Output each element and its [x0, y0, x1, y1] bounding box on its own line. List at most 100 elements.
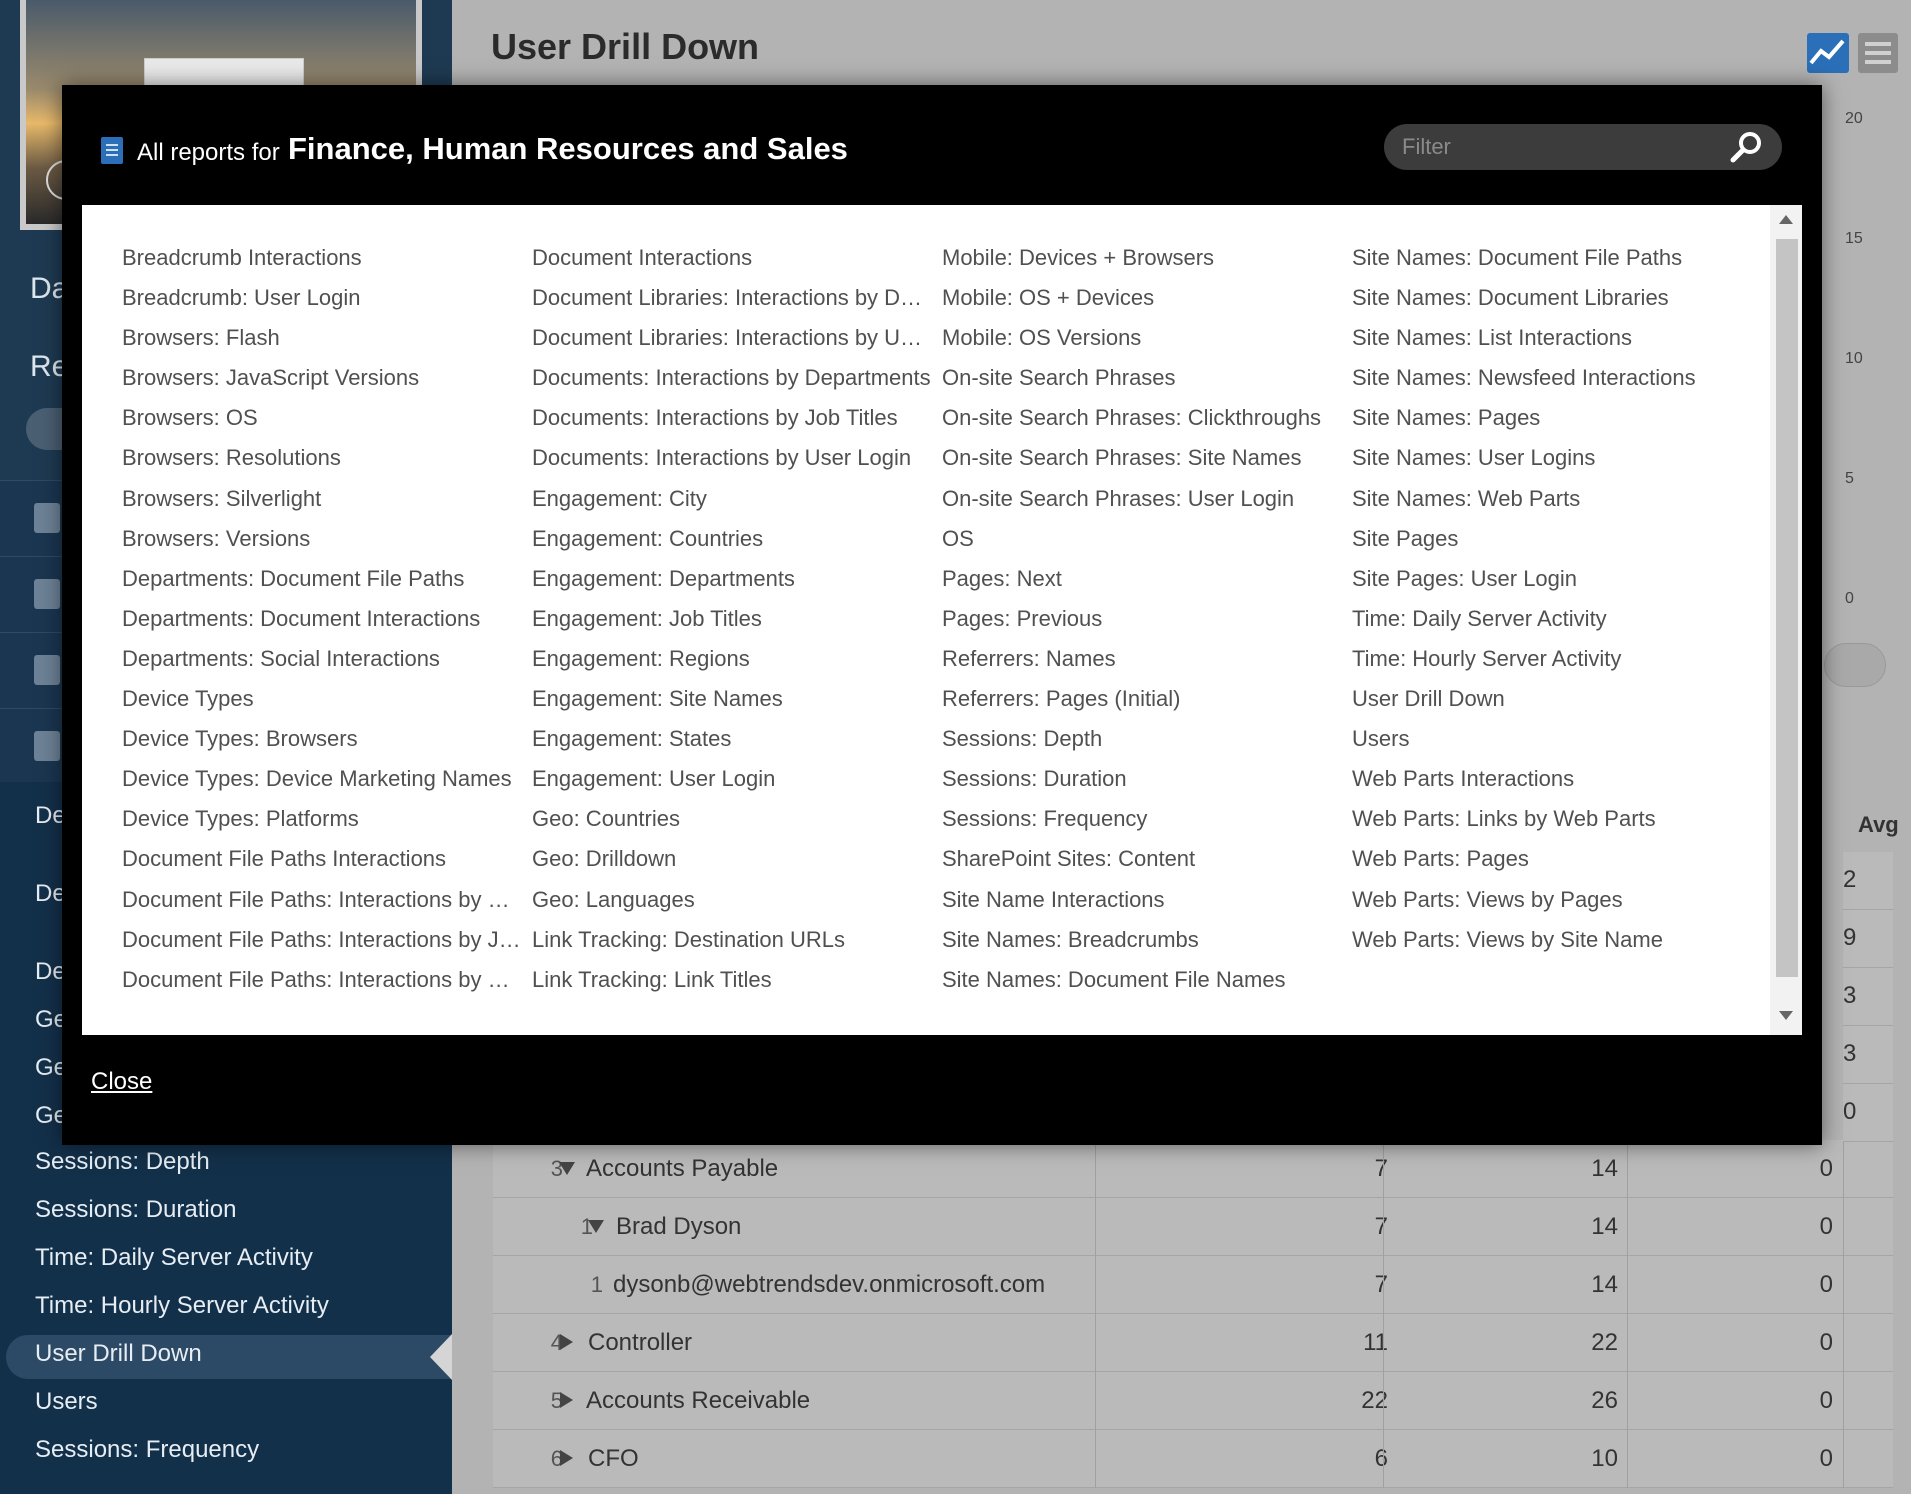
report-link[interactable]: Departments: Document File Paths: [122, 564, 522, 604]
report-link[interactable]: Time: Hourly Server Activity: [1352, 644, 1752, 684]
report-link[interactable]: Browsers: Flash: [122, 323, 522, 363]
report-link[interactable]: Breadcrumb Interactions: [122, 243, 522, 283]
report-link[interactable]: Geo: Drilldown: [532, 844, 934, 884]
report-link[interactable]: Web Parts: Views by Pages: [1352, 885, 1752, 925]
close-button[interactable]: Close: [91, 1068, 152, 1096]
scroll-thumb[interactable]: [1776, 239, 1798, 977]
report-link[interactable]: Breadcrumb: User Login: [122, 283, 522, 323]
report-link[interactable]: On-site Search Phrases: Site Names: [942, 443, 1346, 483]
report-link[interactable]: Site Names: Document Libraries: [1352, 283, 1752, 323]
table-row[interactable]: 6 CFO 6 10 0: [493, 1430, 1893, 1488]
report-link[interactable]: Site Names: Pages: [1352, 403, 1752, 443]
report-link[interactable]: Sessions: Depth: [942, 724, 1346, 764]
expand-icon[interactable]: [560, 1450, 573, 1466]
report-link[interactable]: Device Types: Browsers: [122, 724, 522, 764]
report-link[interactable]: Engagement: City: [532, 484, 934, 524]
report-link[interactable]: Link Tracking: Link Titles: [532, 965, 934, 1005]
report-link[interactable]: Referrers: Pages (Initial): [942, 684, 1346, 724]
report-link[interactable]: Documents: Interactions by User Login: [532, 443, 934, 483]
report-link[interactable]: Document File Paths: Interactions by …: [122, 965, 522, 1005]
report-link[interactable]: Mobile: OS + Devices: [942, 283, 1346, 323]
report-link[interactable]: Sessions: Duration: [942, 764, 1346, 804]
table-row[interactable]: 3 Accounts Payable 7 14 0: [493, 1140, 1893, 1198]
search-icon[interactable]: [1728, 130, 1764, 164]
sidebar-item-time-hourly[interactable]: Time: Hourly Server Activity: [35, 1292, 329, 1320]
filter-field[interactable]: [1384, 124, 1782, 170]
table-row[interactable]: 1 dysonb@webtrendsdev.onmicrosoft.com 7 …: [493, 1256, 1893, 1314]
report-link[interactable]: Geo: Countries: [532, 804, 934, 844]
sidebar-item-sessions-duration[interactable]: Sessions: Duration: [35, 1196, 236, 1224]
report-link[interactable]: Site Names: List Interactions: [1352, 323, 1752, 363]
table-row[interactable]: 4 Controller 11 22 0: [493, 1314, 1893, 1372]
report-link[interactable]: Documents: Interactions by Job Titles: [532, 403, 934, 443]
report-link[interactable]: Engagement: Site Names: [532, 684, 934, 724]
report-link[interactable]: Device Types: [122, 684, 522, 724]
report-link[interactable]: Document Libraries: Interactions by U…: [532, 323, 934, 363]
report-link[interactable]: Device Types: Device Marketing Names: [122, 764, 522, 804]
report-link[interactable]: Geo: Languages: [532, 885, 934, 925]
report-link[interactable]: Document Interactions: [532, 243, 934, 283]
report-link[interactable]: On-site Search Phrases: User Login: [942, 484, 1346, 524]
report-link[interactable]: OS: [942, 524, 1346, 564]
report-link[interactable]: Document File Paths: Interactions by J…: [122, 925, 522, 965]
report-link[interactable]: Site Names: Web Parts: [1352, 484, 1752, 524]
sidebar-item-user-drill-down[interactable]: User Drill Down: [35, 1340, 202, 1368]
sidebar-item-users[interactable]: Users: [35, 1388, 98, 1416]
report-link[interactable]: Web Parts: Views by Site Name: [1352, 925, 1752, 965]
report-link[interactable]: Web Parts: Links by Web Parts: [1352, 804, 1752, 844]
collapse-icon[interactable]: [559, 1162, 575, 1175]
report-link[interactable]: Device Types: Platforms: [122, 804, 522, 844]
report-link[interactable]: Document File Paths: Interactions by …: [122, 885, 522, 925]
sidebar-item-time-daily[interactable]: Time: Daily Server Activity: [35, 1244, 313, 1272]
expand-icon[interactable]: [560, 1334, 573, 1350]
report-link[interactable]: Departments: Document Interactions: [122, 604, 522, 644]
report-link[interactable]: Engagement: Regions: [532, 644, 934, 684]
report-link[interactable]: Browsers: Resolutions: [122, 443, 522, 483]
scroll-down-icon[interactable]: [1779, 1011, 1793, 1020]
report-link[interactable]: Site Names: Newsfeed Interactions: [1352, 363, 1752, 403]
report-link[interactable]: Mobile: OS Versions: [942, 323, 1346, 363]
report-link[interactable]: Engagement: User Login: [532, 764, 934, 804]
table-row[interactable]: 1 Brad Dyson 7 14 0: [493, 1198, 1893, 1256]
report-link[interactable]: Engagement: Job Titles: [532, 604, 934, 644]
report-link[interactable]: Site Names: Document File Paths: [1352, 243, 1752, 283]
report-link[interactable]: On-site Search Phrases: [942, 363, 1346, 403]
report-link[interactable]: Document File Paths Interactions: [122, 844, 522, 884]
report-link[interactable]: Site Pages: [1352, 524, 1752, 564]
report-link[interactable]: Departments: Social Interactions: [122, 644, 522, 684]
report-link[interactable]: On-site Search Phrases: Clickthroughs: [942, 403, 1346, 443]
report-link[interactable]: Browsers: OS: [122, 403, 522, 443]
report-link[interactable]: Document Libraries: Interactions by D…: [532, 283, 934, 323]
sidebar-item-sessions-depth[interactable]: Sessions: Depth: [35, 1148, 210, 1176]
chart-icon[interactable]: [1807, 33, 1849, 73]
report-link[interactable]: Users: [1352, 724, 1752, 764]
report-link[interactable]: Browsers: Silverlight: [122, 484, 522, 524]
report-link[interactable]: Browsers: Versions: [122, 524, 522, 564]
report-link[interactable]: Documents: Interactions by Departments: [532, 363, 934, 403]
report-link[interactable]: Web Parts: Pages: [1352, 844, 1752, 884]
sidebar-item-sessions-frequency[interactable]: Sessions: Frequency: [35, 1436, 259, 1464]
report-link[interactable]: Web Parts Interactions: [1352, 764, 1752, 804]
collapse-icon[interactable]: [588, 1220, 604, 1233]
report-link[interactable]: Engagement: Departments: [532, 564, 934, 604]
report-link[interactable]: Mobile: Devices + Browsers: [942, 243, 1346, 283]
report-link[interactable]: Link Tracking: Destination URLs: [532, 925, 934, 965]
menu-icon[interactable]: [1858, 33, 1898, 73]
expand-icon[interactable]: [560, 1392, 573, 1408]
report-link[interactable]: Referrers: Names: [942, 644, 1346, 684]
report-link[interactable]: Site Names: Breadcrumbs: [942, 925, 1346, 965]
report-list-scrollbar[interactable]: [1770, 205, 1802, 1035]
report-link[interactable]: Site Names: Document File Names: [942, 965, 1346, 1005]
report-link[interactable]: Pages: Next: [942, 564, 1346, 604]
report-link[interactable]: Time: Daily Server Activity: [1352, 604, 1752, 644]
report-link[interactable]: Sessions: Frequency: [942, 804, 1346, 844]
filter-input[interactable]: [1402, 124, 1722, 170]
report-link[interactable]: Browsers: JavaScript Versions: [122, 363, 522, 403]
table-row[interactable]: 5 Accounts Receivable 22 26 0: [493, 1372, 1893, 1430]
report-link[interactable]: Engagement: States: [532, 724, 934, 764]
report-link[interactable]: SharePoint Sites: Content: [942, 844, 1346, 884]
scroll-up-icon[interactable]: [1779, 215, 1793, 224]
report-link[interactable]: Engagement: Countries: [532, 524, 934, 564]
table-search-button[interactable]: [1824, 643, 1886, 687]
report-link[interactable]: Site Name Interactions: [942, 885, 1346, 925]
